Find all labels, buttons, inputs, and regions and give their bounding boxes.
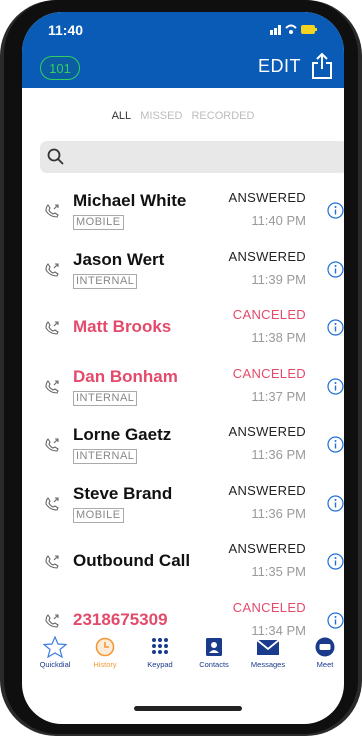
call-type-tag: MOBILE <box>73 215 124 230</box>
call-row[interactable]: Outbound Call ANSWERED 11:35 PM <box>22 532 344 590</box>
outgoing-call-icon <box>45 438 59 452</box>
caller-name: Lorne Gaetz <box>73 425 172 444</box>
outgoing-call-icon <box>45 262 59 277</box>
call-status: ANSWERED <box>228 190 306 205</box>
extension-badge[interactable]: 101 <box>40 56 80 80</box>
envelope-icon <box>256 639 280 655</box>
call-row[interactable]: Jason Wert INTERNAL ANSWERED 11:39 PM <box>22 240 344 298</box>
search-input[interactable] <box>40 141 344 173</box>
info-icon[interactable] <box>327 611 344 629</box>
call-status: ANSWERED <box>228 482 306 498</box>
tab-label-contacts: Contacts <box>199 660 229 669</box>
call-type-tag: INTERNAL <box>73 449 138 464</box>
tab-label-history: History <box>93 660 117 669</box>
tab-keypad[interactable]: Keypad <box>133 636 187 669</box>
call-time: 11:36 PM <box>251 447 306 462</box>
call-row[interactable]: Michael White MOBILE ANSWERED 11:40 PM <box>22 181 344 239</box>
call-status: CANCELED <box>232 599 306 615</box>
share-icon[interactable] <box>310 52 334 80</box>
caller-name: Matt Brooks <box>73 317 172 336</box>
call-row[interactable]: Matt Brooks CANCELED 11:38 PM <box>22 298 344 356</box>
caller-name: Outbound Call <box>73 551 191 570</box>
outgoing-call-icon <box>45 613 59 628</box>
caller-name: 2318675309 <box>73 609 168 629</box>
call-type-tag: INTERNAL <box>73 273 138 289</box>
call-status: ANSWERED <box>228 424 306 439</box>
status-icons <box>270 22 318 39</box>
outgoing-call-icon <box>45 555 59 569</box>
info-icon[interactable] <box>327 553 344 570</box>
info-icon[interactable] <box>327 319 344 336</box>
tab-meet[interactable]: Meet <box>298 636 344 669</box>
call-status: CANCELED <box>232 365 306 381</box>
info-icon[interactable] <box>327 202 344 219</box>
contact-card-icon <box>206 638 222 656</box>
status-time: 11:40 <box>48 22 84 38</box>
bottom-tab-bar: Quickdial History Keypad Contacts Messag… <box>22 636 344 686</box>
call-status: ANSWERED <box>228 248 306 264</box>
call-time: 11:38 PM <box>251 330 306 345</box>
info-icon[interactable] <box>327 494 344 512</box>
status-bar: 11:40 <box>22 20 344 44</box>
outgoing-call-icon <box>45 321 59 335</box>
tab-history[interactable]: History <box>78 636 132 669</box>
call-type-tag: MOBILE <box>73 507 124 523</box>
call-time: 11:39 PM <box>251 271 306 287</box>
home-indicator[interactable] <box>134 706 242 711</box>
call-type-tag: INTERNAL <box>73 390 138 406</box>
edit-button[interactable]: EDIT <box>258 56 301 77</box>
signal-wifi-battery-icon <box>270 24 317 35</box>
filter-recorded[interactable]: RECORDED <box>191 110 254 122</box>
call-row[interactable]: Dan Bonham INTERNAL CANCELED 11:37 PM <box>22 357 344 415</box>
search-icon <box>47 148 64 165</box>
caller-name: Dan Bonham <box>73 366 178 386</box>
outgoing-call-icon <box>45 496 59 511</box>
filter-tabs: ALL MISSED RECORDED <box>22 110 344 122</box>
call-time: 11:36 PM <box>251 505 306 521</box>
chat-bubble-icon <box>315 637 335 657</box>
filter-missed[interactable]: MISSED <box>140 110 182 122</box>
info-icon[interactable] <box>327 436 344 453</box>
tab-label-meet: Meet <box>316 660 334 669</box>
call-time: 11:40 PM <box>251 213 306 228</box>
tab-messages[interactable]: Messages <box>241 636 295 669</box>
call-status: ANSWERED <box>228 541 306 556</box>
outgoing-call-icon <box>45 204 59 218</box>
tab-label-quickdial: Quickdial <box>39 660 71 669</box>
header-bar: 11:40 101 EDIT <box>22 12 344 88</box>
call-status: CANCELED <box>232 307 306 322</box>
tab-contacts[interactable]: Contacts <box>187 636 241 669</box>
keypad-icon <box>152 638 168 654</box>
tab-label-keypad: Keypad <box>147 660 173 669</box>
call-row[interactable]: Lorne Gaetz INTERNAL ANSWERED 11:36 PM <box>22 415 344 473</box>
clock-icon <box>95 637 115 657</box>
filter-all[interactable]: ALL <box>112 110 132 122</box>
call-row[interactable]: Steve Brand MOBILE ANSWERED 11:36 PM <box>22 474 344 532</box>
tab-label-messages: Messages <box>250 660 286 669</box>
outgoing-call-icon <box>45 379 59 394</box>
call-time: 11:37 PM <box>251 388 306 404</box>
tab-quickdial[interactable]: Quickdial <box>28 636 82 669</box>
call-time: 11:35 PM <box>251 564 306 579</box>
app-screen: 11:40 101 EDIT ALL MISSED RECORDED Micha… <box>22 12 344 724</box>
info-icon[interactable] <box>327 377 344 395</box>
caller-name: Steve Brand <box>73 483 173 503</box>
info-icon[interactable] <box>327 260 344 278</box>
caller-name: Michael White <box>73 191 187 210</box>
caller-name: Jason Wert <box>73 249 165 269</box>
star-icon <box>43 636 67 658</box>
